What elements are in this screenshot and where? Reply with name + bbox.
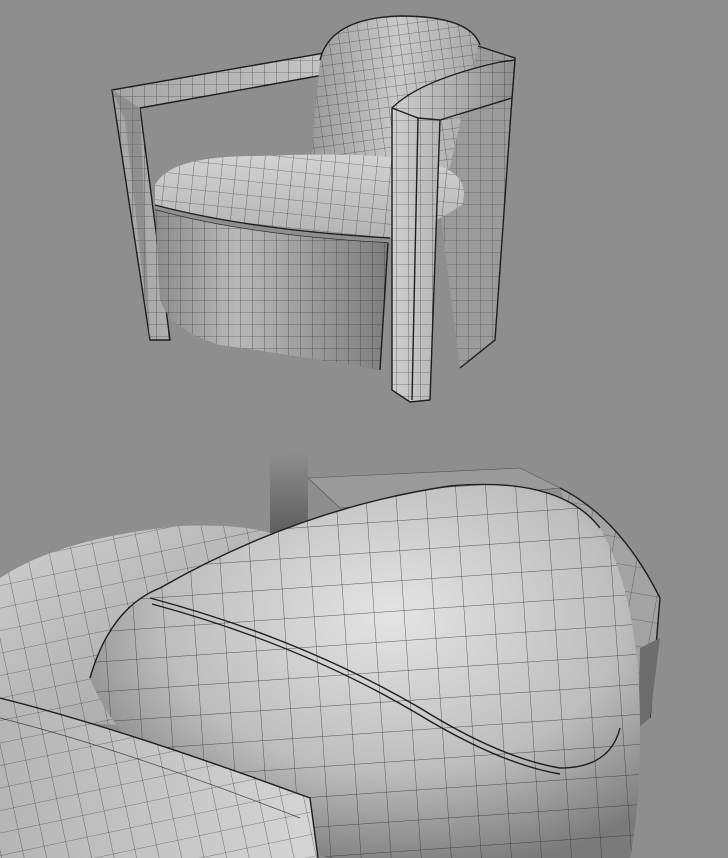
seat-closeup-view xyxy=(0,452,661,858)
viewport-render xyxy=(0,0,728,858)
chair-full-view xyxy=(111,15,516,403)
